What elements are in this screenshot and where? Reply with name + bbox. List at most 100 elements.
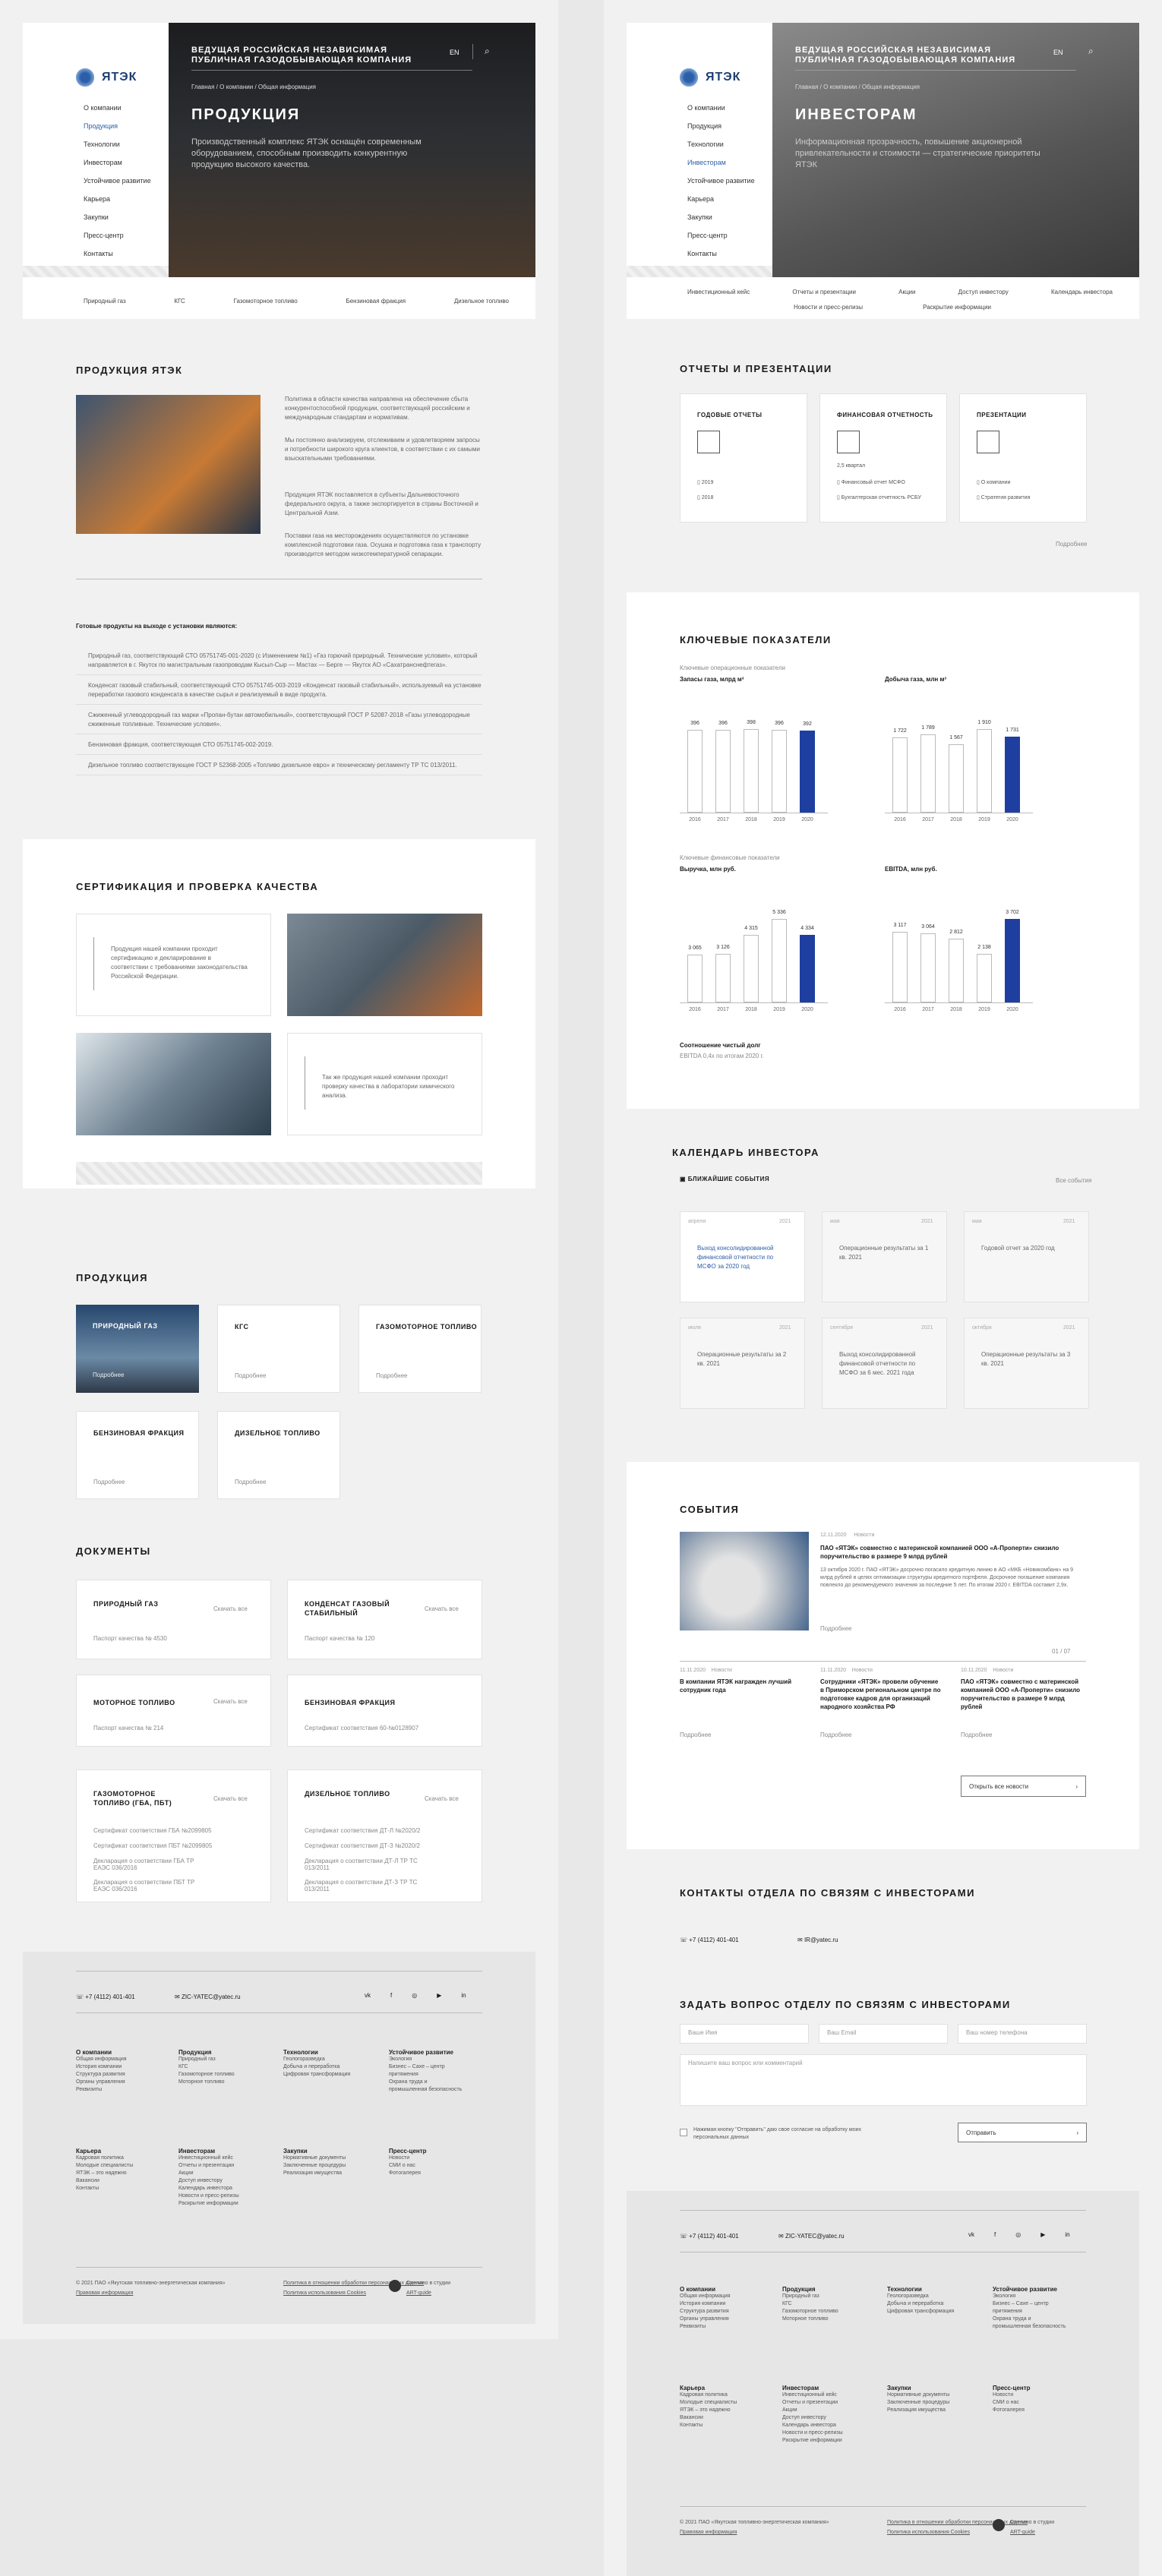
open-all-news-button[interactable]: Открыть все новости › (961, 1776, 1086, 1797)
instagram-icon[interactable]: ◎ (1015, 2231, 1021, 2238)
cookies-link[interactable]: Политика использования Cookies (887, 2529, 970, 2537)
tab-case[interactable]: Инвестиционный кейс (687, 289, 750, 295)
footer-link[interactable]: Заключенные процедуры (887, 2399, 986, 2407)
breadcrumb[interactable]: Главная / О компании / Общая информация (191, 84, 316, 90)
footer-phone[interactable]: ☏ +7 (4112) 401-401 (680, 2233, 739, 2240)
nav-contacts[interactable]: Контакты (687, 245, 771, 263)
name-field[interactable]: Ваше Имя (680, 2024, 809, 2044)
report-link[interactable]: ▯ Бухгалтерская отчетность РСБУ (837, 494, 921, 502)
footer-link[interactable]: Цифровая трансформация (283, 2071, 382, 2079)
footer-link[interactable]: СМИ о нас (993, 2399, 1069, 2407)
footer-link[interactable]: Нормативные документы (887, 2391, 986, 2399)
nav-investors[interactable]: Инвесторам (687, 153, 771, 172)
footer-link[interactable]: Кадровая политика (76, 2155, 175, 2162)
report-link[interactable]: ▯ Стратегия развития (977, 494, 1030, 502)
contact-email[interactable]: ✉ IR@yatec.ru (797, 1937, 838, 1943)
report-link[interactable]: ▯ Финансовый отчет МСФО (837, 479, 905, 487)
footer-link[interactable]: Контакты (680, 2422, 778, 2429)
footer-email[interactable]: ✉ ZIC-YATEC@yatec.ru (175, 1994, 241, 2000)
lang-switch[interactable]: EN (450, 49, 459, 56)
news-item[interactable]: 11.11.2020 Новости Сотрудники «ЯТЭК» про… (820, 1667, 942, 1711)
footer-link[interactable]: ЯТЭК – это надежно (76, 2170, 175, 2177)
footer-link[interactable]: Молодые специалисты (76, 2162, 175, 2170)
facebook-icon[interactable]: f (390, 1992, 392, 1999)
product-card-kgs[interactable]: КГС Подробнее (217, 1305, 340, 1393)
footer-link[interactable]: КГС (178, 2063, 277, 2071)
email-field[interactable]: Ваш Email (819, 2024, 948, 2044)
more-link[interactable]: Подробнее (235, 1479, 267, 1485)
doc-line[interactable]: Паспорт качества № 214 (93, 1725, 163, 1732)
footer-link[interactable]: Реализация имущества (283, 2170, 382, 2177)
news-pager[interactable]: 01 / 07 (1052, 1648, 1070, 1655)
nav-about[interactable]: О компании (84, 99, 167, 117)
footer-link[interactable]: СМИ о нас (389, 2162, 465, 2170)
more-link[interactable]: Подробнее (680, 1732, 712, 1738)
footer-link[interactable]: Реквизиты (76, 2086, 175, 2094)
footer-link[interactable]: Доступ инвестору (782, 2414, 881, 2422)
report-link[interactable]: ▯ 2019 (697, 479, 713, 487)
more-link[interactable]: Подробнее (235, 1372, 267, 1379)
logo[interactable]: ЯТЭК (678, 67, 740, 88)
footer-link[interactable]: Бизнес – Сахе – центр притяжения (389, 2063, 465, 2079)
footer-link[interactable]: Охрана труда и промышленная безопасность (389, 2079, 465, 2094)
tab-motor[interactable]: Газомоторное топливо (234, 298, 298, 305)
legal-link[interactable]: Правовая информация (680, 2529, 737, 2537)
footer-link[interactable]: Новости и пресс-релизы (782, 2429, 881, 2437)
youtube-icon[interactable]: ▶ (437, 1992, 441, 1999)
privacy-link[interactable]: Политика в отношении обработки персональ… (887, 2519, 1028, 2527)
message-field[interactable]: Напишите ваш вопрос или комментарий (680, 2054, 1087, 2106)
footer-link[interactable]: Органы управления (76, 2079, 175, 2086)
nav-purchases[interactable]: Закупки (84, 208, 167, 226)
footer-link[interactable]: Цифровая трансформация (887, 2308, 986, 2316)
footer-link[interactable]: Заключенные процедуры (283, 2162, 382, 2170)
calendar-event[interactable]: мая 2021 Операционные результаты за 1 кв. … (822, 1211, 947, 1302)
breadcrumb[interactable]: Главная / О компании / Общая информация (795, 84, 920, 90)
footer-link[interactable]: Экология (993, 2293, 1069, 2300)
nav-career[interactable]: Карьера (687, 190, 771, 208)
nav-products[interactable]: Продукция (687, 117, 771, 135)
footer-link[interactable]: Акции (782, 2407, 881, 2414)
footer-link[interactable]: Охрана труда и промышленная безопасность (993, 2316, 1069, 2331)
footer-link[interactable]: Экология (389, 2056, 465, 2063)
nav-sustainability[interactable]: Устойчивое развитие (84, 172, 167, 190)
footer-link[interactable]: Вакансии (680, 2414, 778, 2422)
footer-link[interactable]: Добыча и переработка (887, 2300, 986, 2308)
footer-link[interactable]: Структура развития (76, 2071, 175, 2079)
nav-about[interactable]: О компании (687, 99, 771, 117)
more-link[interactable]: Подробнее (93, 1479, 125, 1485)
news-item[interactable]: 11.11.2020 Новости В компании ЯТЭК награ… (680, 1667, 801, 1694)
footer-link[interactable]: Отчеты и презентации (782, 2399, 881, 2407)
youtube-icon[interactable]: ▶ (1040, 2231, 1045, 2238)
footer-link[interactable]: Нормативные документы (283, 2155, 382, 2162)
search-icon[interactable]: ⌕ (1088, 46, 1094, 57)
footer-link[interactable]: ЯТЭК – это надежно (680, 2407, 778, 2414)
tab-disclosure[interactable]: Раскрытие информации (923, 304, 991, 311)
footer-link[interactable]: КГС (782, 2300, 881, 2308)
doc-line[interactable]: Декларация о соответствии ГБА ТР ЕАЭС 03… (93, 1858, 207, 1871)
calendar-event[interactable]: апреля 2021 Выход консолидированной финанс… (680, 1211, 805, 1302)
footer-link[interactable]: Раскрытие информации (782, 2437, 881, 2445)
doc-line[interactable]: Декларация о соответствии ПБТ ТР ЕАЭС 03… (93, 1879, 207, 1893)
tab-petrol[interactable]: Бензиновая фракция (346, 298, 406, 305)
footer-link[interactable]: Календарь инвестора (782, 2422, 881, 2429)
lang-switch[interactable]: EN (1053, 49, 1063, 56)
footer-link[interactable]: Акции (178, 2170, 277, 2177)
download-link[interactable]: Скачать все (213, 1795, 248, 1802)
footer-link[interactable]: Газомоторное топливо (782, 2308, 881, 2316)
facebook-icon[interactable]: f (994, 2231, 996, 2238)
footer-email[interactable]: ✉ ZIC-YATEC@yatec.ru (778, 2233, 845, 2240)
footer-link[interactable]: Отчеты и презентации (178, 2162, 277, 2170)
tab-shares[interactable]: Акции (898, 289, 915, 295)
vk-icon[interactable]: vk (968, 2231, 974, 2238)
all-events-link[interactable]: Все события (1056, 1177, 1091, 1184)
nav-purchases[interactable]: Закупки (687, 208, 771, 226)
news-photo[interactable] (680, 1532, 809, 1631)
more-link[interactable]: Подробнее (820, 1732, 852, 1738)
download-link[interactable]: Скачать все (425, 1795, 459, 1802)
tab-access[interactable]: Доступ инвестору (958, 289, 1009, 295)
product-card-petrol[interactable]: Бензиновая фракция Подробнее (76, 1411, 199, 1499)
calendar-event[interactable]: сентября 2021 Выход консолидированной фина… (822, 1318, 947, 1409)
footer-link[interactable]: Молодые специалисты (680, 2399, 778, 2407)
more-link[interactable]: Подробнее (93, 1372, 125, 1378)
nav-investors[interactable]: Инвесторам (84, 153, 167, 172)
